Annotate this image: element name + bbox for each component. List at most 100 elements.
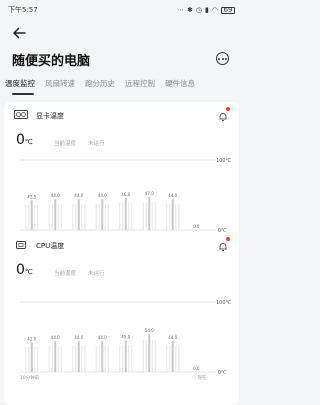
- tab-benchmark-history[interactable]: 跑分历史: [80, 78, 120, 92]
- chart-bar: [195, 372, 198, 373]
- battery-icon: 69: [221, 6, 235, 14]
- chart-bar-minor: [48, 345, 50, 372]
- card-title: CPU温度: [36, 242, 65, 250]
- current-temp-label: 当前温度: [54, 141, 77, 147]
- chart-bar-minor: [25, 204, 27, 230]
- x-tick-label: 现在: [198, 374, 207, 381]
- chart-bar-minor: [128, 345, 130, 372]
- data-label: 44.0: [51, 193, 60, 198]
- alert-bell-icon[interactable]: [217, 107, 230, 121]
- chart-bar-minor: [57, 345, 59, 372]
- chart-bar-minor: [131, 345, 133, 372]
- data-label: 44.0: [74, 335, 83, 340]
- chart-bar-minor: [142, 202, 144, 230]
- chart-bar: [124, 197, 127, 230]
- tab-hardware-info[interactable]: 硬件信息: [160, 78, 200, 92]
- chart-bar-minor: [154, 339, 156, 372]
- chart-bar-minor: [128, 202, 130, 230]
- chart-bar-minor: [104, 345, 106, 372]
- tab-fan-speed[interactable]: 风扇转速: [40, 78, 80, 92]
- cpu-icon: [16, 241, 26, 249]
- chart-bar-minor: [175, 345, 177, 372]
- card-title: 显卡温度: [36, 112, 64, 120]
- chart-bar-minor: [75, 203, 77, 230]
- chart-bar-minor: [154, 202, 156, 230]
- alarm-icon: ◷: [195, 6, 203, 14]
- chart-bar-minor: [145, 339, 147, 372]
- chart-bar-minor: [84, 345, 86, 372]
- chart-bar-minor: [178, 345, 180, 372]
- alert-bell-icon[interactable]: [217, 237, 230, 251]
- chart-bar-minor: [48, 203, 50, 230]
- chart-bar: [77, 199, 80, 230]
- gpu-temperature-card: 显卡温度 0℃ 当前温度 未运行 100℃ 0℃ 42.5 44.0 44.0 44.0 4…: [4, 102, 239, 244]
- chart-bar: [171, 341, 174, 372]
- chart-bar-minor: [169, 345, 171, 372]
- run-status: 未运行: [88, 271, 105, 277]
- chart-bar: [148, 334, 151, 372]
- chart-bar-minor: [28, 347, 30, 372]
- chart-bar-minor: [72, 345, 74, 372]
- data-label: 44.0: [74, 193, 83, 198]
- chart-bar-minor: [60, 203, 62, 230]
- chart-bar-minor: [37, 204, 39, 230]
- chart-bar-minor: [37, 347, 39, 372]
- chart-bar-minor: [81, 203, 83, 230]
- data-label: 0.0: [193, 224, 200, 229]
- data-label: 44.0: [51, 335, 60, 340]
- chart-bar-minor: [107, 345, 109, 372]
- chart-bar-minor: [95, 345, 97, 372]
- data-label: 47.0: [145, 191, 154, 196]
- chart-bar-minor: [25, 347, 27, 372]
- data-label: 44.0: [98, 335, 107, 340]
- chart-bar: [148, 197, 151, 230]
- status-icons: ⋯ ✱ ◷ ▮ ◠ 69: [177, 6, 235, 14]
- tab-remote-control[interactable]: 远程控制: [120, 78, 160, 92]
- chart-bar-minor: [142, 339, 144, 372]
- chart-bar-minor: [60, 345, 62, 372]
- y-tick-label: 0℃: [218, 370, 227, 376]
- chart-bar-minor: [119, 345, 121, 372]
- chart-bar-minor: [122, 345, 124, 372]
- chart-bar-minor: [28, 204, 30, 230]
- back-arrow-icon[interactable]: [12, 26, 26, 40]
- chart-bar-minor: [122, 202, 124, 230]
- page-title: 随便买的电脑: [12, 54, 91, 69]
- y-tick-label: 100℃: [216, 300, 232, 306]
- data-label: 54.0: [145, 328, 154, 333]
- tab-bar: 温度监控 风扇转速 跑分历史 远程控制 硬件信息: [0, 78, 243, 92]
- data-label: 42.0: [27, 337, 36, 342]
- alert-dot: [226, 237, 230, 241]
- alert-dot: [226, 107, 230, 111]
- data-label: 44.0: [98, 193, 107, 198]
- chart-bar: [30, 342, 33, 372]
- active-tab-indicator: [12, 93, 34, 95]
- wifi-icon: ◠: [211, 6, 218, 14]
- data-label: 45.0: [121, 335, 130, 340]
- signal-icon: ⋯: [177, 6, 185, 14]
- chart-bar-minor: [75, 345, 77, 372]
- data-label: 44.0: [168, 193, 177, 198]
- chart-bar-minor: [81, 345, 83, 372]
- data-label: 44.0: [168, 335, 177, 340]
- chart-bar-minor: [119, 202, 121, 230]
- chart-bar: [101, 199, 104, 230]
- chart-bar-minor: [107, 203, 109, 230]
- gpu-temp-chart: 100℃0℃42.544.044.044.046.047.044.00.010分…: [20, 158, 232, 239]
- status-time: 下午5:57: [8, 6, 38, 14]
- chart-bar-minor: [72, 203, 74, 230]
- chart-bar-minor: [84, 203, 86, 230]
- more-options-icon[interactable]: [216, 52, 229, 65]
- chart-bar: [195, 230, 198, 231]
- chart-bar-minor: [34, 347, 36, 372]
- chart-bar-minor: [34, 204, 36, 230]
- data-label: 46.0: [121, 192, 130, 197]
- signal-strength-icon: ▮: [205, 6, 209, 14]
- cpu-temp-chart: 100℃ 0℃ 42.0 44.0 44.0 44.0 45.0 54.0 44.0 0.0 10分…: [20, 300, 232, 381]
- chart-bar-minor: [166, 345, 168, 372]
- chart-bar-minor: [178, 203, 180, 230]
- y-tick-label: 100℃: [216, 158, 232, 164]
- tab-temperature[interactable]: 温度监控: [0, 78, 40, 92]
- current-temperature: 0℃: [16, 262, 33, 278]
- chart-bar-minor: [98, 203, 100, 230]
